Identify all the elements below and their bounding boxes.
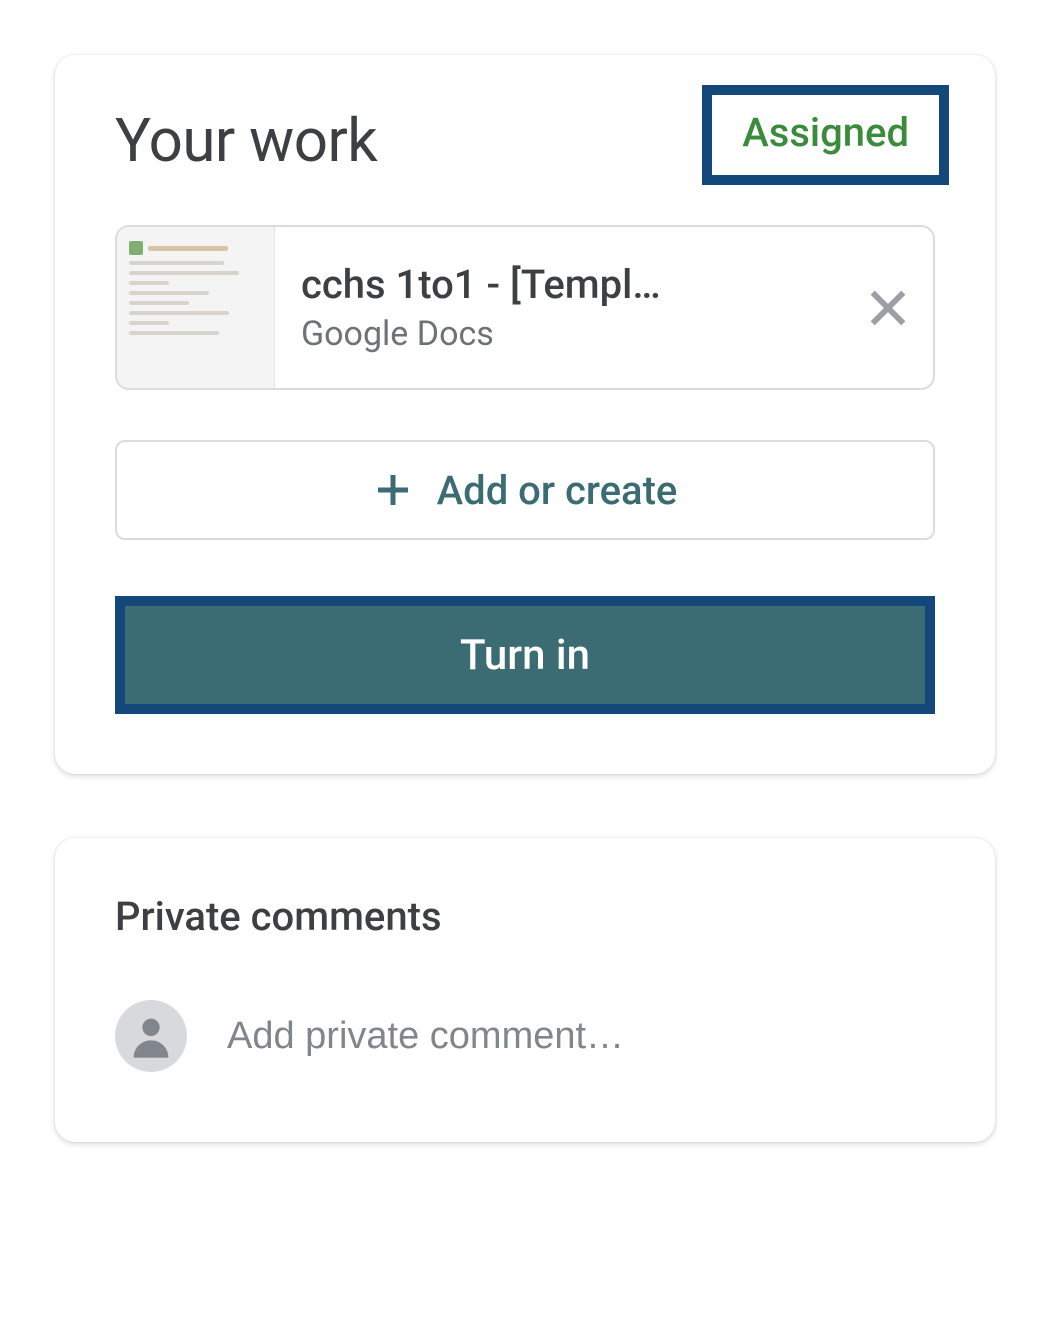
attachment-row[interactable]: cchs 1to1 - [Templ… Google Docs bbox=[115, 225, 935, 390]
private-comments-card: Private comments bbox=[55, 838, 995, 1142]
comment-input-row bbox=[115, 1000, 935, 1072]
add-or-create-label: Add or create bbox=[437, 467, 678, 514]
plus-icon bbox=[373, 470, 413, 510]
private-comment-input[interactable] bbox=[227, 1015, 935, 1058]
status-badge: Assigned bbox=[702, 85, 949, 185]
your-work-card: Your work Assigned cchs 1to1 - [Templ… G… bbox=[55, 55, 995, 774]
private-comments-title: Private comments bbox=[115, 893, 935, 940]
attachment-text: cchs 1to1 - [Templ… Google Docs bbox=[275, 261, 843, 354]
attachment-title: cchs 1to1 - [Templ… bbox=[301, 261, 843, 308]
attachment-subtitle: Google Docs bbox=[301, 314, 843, 354]
document-thumbnail-icon bbox=[117, 227, 275, 388]
your-work-title: Your work bbox=[115, 105, 377, 176]
user-avatar-icon bbox=[115, 1000, 187, 1072]
your-work-header: Your work Assigned bbox=[115, 105, 935, 185]
remove-attachment-button[interactable] bbox=[843, 285, 933, 331]
turn-in-label: Turn in bbox=[460, 631, 590, 680]
close-icon bbox=[865, 285, 911, 331]
add-or-create-button[interactable]: Add or create bbox=[115, 440, 935, 540]
turn-in-button[interactable]: Turn in bbox=[115, 596, 935, 714]
